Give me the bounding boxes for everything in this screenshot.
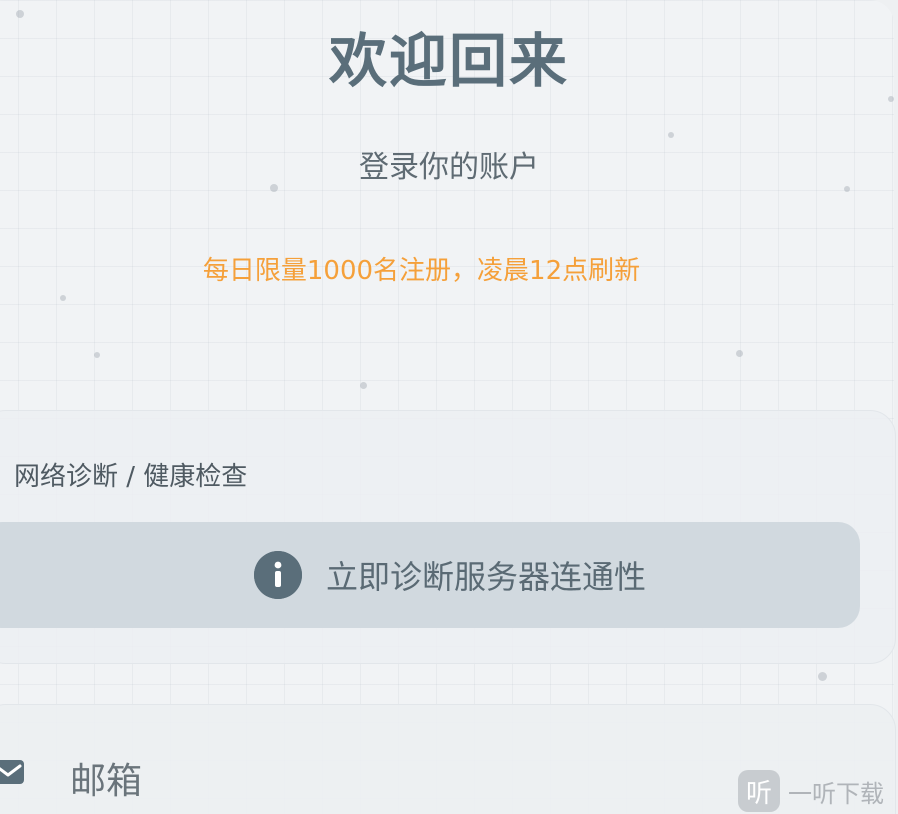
background-dot [94, 352, 100, 358]
login-card [0, 0, 894, 814]
background-dot [844, 186, 850, 192]
watermark-text: 一听下载 [788, 779, 884, 808]
background-dot [818, 672, 827, 681]
background-dot [60, 295, 66, 301]
watermark-logo: 听 [738, 770, 780, 812]
background-dot [360, 382, 367, 389]
page-title: 欢迎回来 [328, 27, 569, 95]
background-dot [736, 350, 743, 357]
diagnose-button-label: 立即诊断服务器连通性 [325, 558, 646, 596]
background-dot [668, 132, 674, 138]
watermark: 听 一听下载 [738, 770, 884, 812]
diagnose-button[interactable]: 立即诊断服务器连通性 [0, 522, 860, 628]
diagnostics-label: 网络诊断 / 健康检查 [14, 462, 248, 492]
registration-notice: 每日限量1000名注册，凌晨12点刷新 [202, 256, 641, 286]
info-icon [253, 551, 302, 599]
page-subtitle: 登录你的账户 [359, 150, 539, 185]
email-label: 邮箱 [70, 761, 143, 802]
mail-icon [0, 754, 26, 790]
